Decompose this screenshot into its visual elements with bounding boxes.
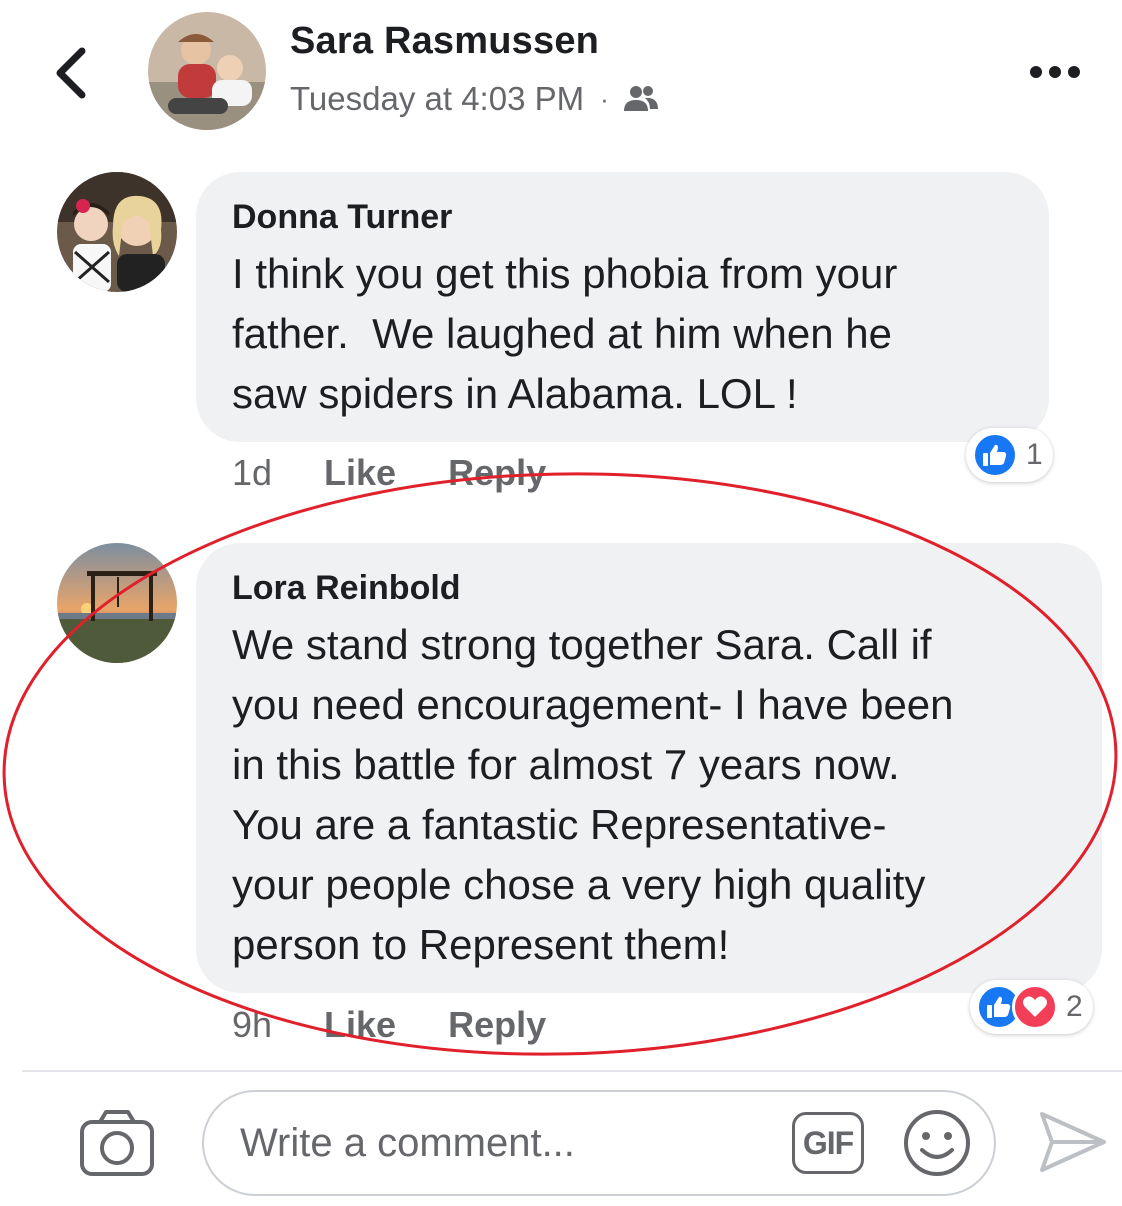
post-author-name[interactable]: Sara Rasmussen (290, 20, 599, 63)
post-meta: Tuesday at 4:03 PM · (290, 78, 659, 120)
post-author-avatar[interactable] (148, 12, 266, 130)
reaction-count: 2 (1066, 990, 1083, 1023)
back-button[interactable] (40, 38, 100, 108)
send-button[interactable] (1036, 1106, 1110, 1178)
comment-composer: GIF (202, 1090, 996, 1196)
reaction-summary[interactable]: 2 (970, 980, 1093, 1034)
reaction-count: 1 (1026, 438, 1043, 471)
comment-bubble: Lora Reinbold We stand strong together S… (196, 543, 1102, 993)
chevron-left-icon (56, 47, 86, 99)
camera-icon (80, 1110, 154, 1176)
more-options-button[interactable] (1020, 52, 1090, 92)
comment-actions: 1d Like Reply (232, 448, 598, 498)
comment-text: We stand strong together Sara. Call if y… (232, 621, 954, 968)
like-button[interactable]: Like (324, 452, 396, 494)
post-timestamp[interactable]: Tuesday at 4:03 PM (290, 80, 584, 118)
love-reaction-icon (1012, 984, 1058, 1030)
commenter-avatar[interactable] (57, 543, 177, 663)
more-dots-icon (1030, 66, 1080, 78)
emoji-button[interactable] (902, 1108, 972, 1178)
reply-button[interactable]: Reply (448, 452, 546, 494)
composer-divider (22, 1070, 1122, 1072)
like-button[interactable]: Like (324, 1004, 396, 1046)
commenter-avatar[interactable] (57, 172, 177, 292)
gif-button[interactable]: GIF (792, 1112, 864, 1174)
comment-timestamp: 1d (232, 452, 273, 493)
like-reaction-icon (972, 432, 1018, 478)
send-icon (1040, 1112, 1106, 1172)
friends-icon (623, 84, 659, 114)
comment-actions: 9h Like Reply (232, 1000, 598, 1050)
camera-button[interactable] (78, 1108, 156, 1178)
comment-input[interactable] (240, 1092, 780, 1194)
commenter-name[interactable]: Lora Reinbold (232, 567, 1066, 609)
smiley-icon (904, 1110, 970, 1176)
comment-timestamp: 9h (232, 1004, 273, 1045)
comment-text: I think you get this phobia from your fa… (232, 250, 898, 417)
reply-button[interactable]: Reply (448, 1004, 546, 1046)
commenter-name[interactable]: Donna Turner (232, 196, 1013, 238)
meta-separator: · (600, 83, 609, 114)
comment-bubble: Donna Turner I think you get this phobia… (196, 172, 1049, 442)
reaction-summary[interactable]: 1 (966, 428, 1053, 482)
